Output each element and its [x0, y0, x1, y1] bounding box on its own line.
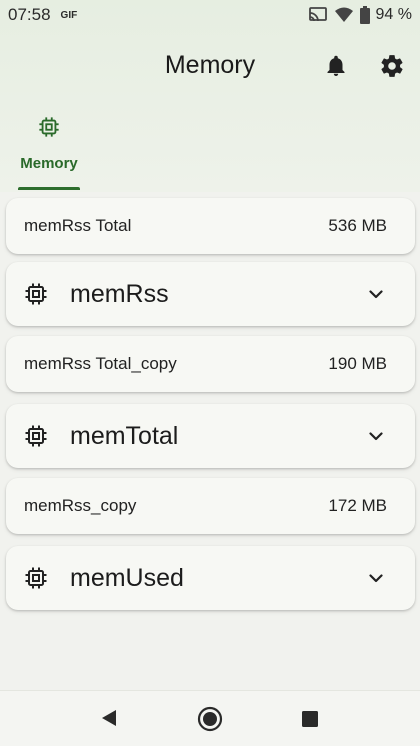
status-icons: 94 % — [308, 6, 412, 24]
card-list: memRss Total 536 MB memRss memRss Total_… — [0, 192, 420, 690]
group-card-memrss[interactable]: memRss — [6, 262, 415, 326]
chip-icon — [38, 116, 60, 143]
gear-icon[interactable] — [379, 53, 405, 79]
tab-memory[interactable]: Memory — [18, 110, 80, 190]
stat-value: 172 MB — [328, 496, 387, 515]
group-label: memTotal — [70, 421, 179, 450]
bell-icon[interactable] — [324, 54, 348, 78]
group-label: memRss — [70, 279, 169, 308]
chip-icon — [24, 424, 48, 448]
group-card-memused[interactable]: memUsed — [6, 546, 415, 610]
back-icon[interactable] — [99, 708, 119, 733]
battery-percent: 94 % — [375, 6, 412, 23]
gif-badge: GIF — [60, 9, 78, 21]
system-nav-bar — [0, 690, 420, 746]
status-bar: 07:58 GIF 94 % — [0, 0, 420, 30]
battery-icon — [359, 6, 370, 24]
tab-label: Memory — [20, 155, 78, 172]
tab-indicator — [18, 187, 80, 190]
app-bar: Memory — [0, 36, 420, 94]
chip-icon — [24, 282, 48, 306]
stat-label: memRss Total — [24, 216, 132, 235]
status-time: 07:58 — [8, 5, 51, 24]
stat-value: 190 MB — [328, 354, 387, 373]
group-label: memUsed — [70, 563, 184, 592]
stat-label: memRss_copy — [24, 496, 137, 515]
chip-icon — [24, 566, 48, 590]
recents-icon[interactable] — [301, 710, 319, 733]
stat-card-memrss-copy[interactable]: memRss_copy 172 MB — [6, 478, 415, 534]
wifi-icon — [334, 7, 354, 23]
page-title: Memory — [164, 50, 256, 79]
chevron-down-icon[interactable] — [367, 427, 385, 445]
stat-value: 536 MB — [328, 216, 387, 235]
stat-card-memrss-total-copy[interactable]: memRss Total_copy 190 MB — [6, 336, 415, 392]
chevron-down-icon[interactable] — [367, 285, 385, 303]
cast-icon — [308, 7, 328, 23]
home-icon[interactable] — [197, 706, 223, 737]
stat-card-memrss-total[interactable]: memRss Total 536 MB — [6, 198, 415, 254]
group-card-memtotal[interactable]: memTotal — [6, 404, 415, 468]
chevron-down-icon[interactable] — [367, 569, 385, 587]
stat-label: memRss Total_copy — [24, 354, 177, 373]
